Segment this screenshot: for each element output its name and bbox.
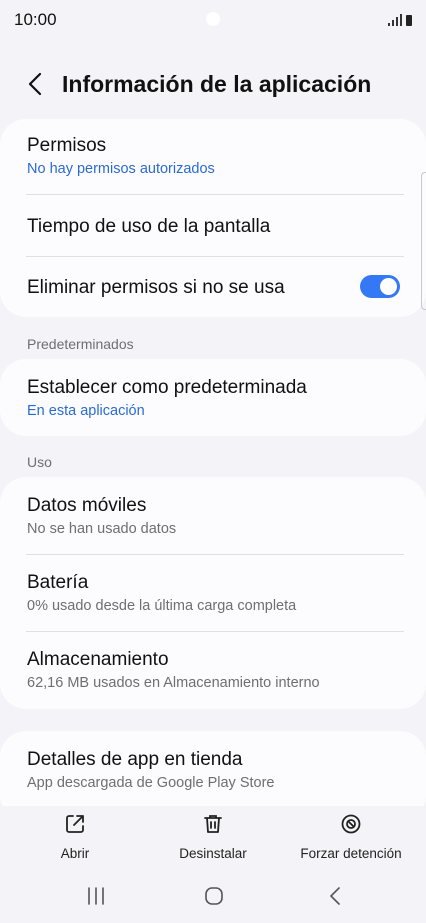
establecer-predeterminada-subtitle: En esta aplicación xyxy=(27,403,145,419)
datos-moviles-title: Datos móviles xyxy=(27,495,147,516)
eliminar-permisos-toggle[interactable] xyxy=(360,275,400,298)
signal-bar-icon xyxy=(388,23,390,26)
establecer-predeterminada-item[interactable]: Establecer como predeterminada En esta a… xyxy=(0,359,426,436)
back-button[interactable] xyxy=(22,68,50,100)
permissions-card: Permisos No hay permisos autorizados Tie… xyxy=(0,119,426,317)
establecer-predeterminada-title: Establecer como predeterminada xyxy=(27,377,307,398)
abrir-button[interactable]: Abrir xyxy=(5,806,145,861)
almacenamiento-subtitle: 62,16 MB usados en Almacenamiento intern… xyxy=(27,675,320,691)
status-bar: 10:00 xyxy=(0,0,426,40)
forzar-detencion-label: Forzar detención xyxy=(300,846,402,861)
page-title: Información de la aplicación xyxy=(62,71,372,97)
abrir-label: Abrir xyxy=(60,846,90,861)
signal-bar-icon xyxy=(392,20,394,26)
usage-card: Datos móviles No se han usado datos Bate… xyxy=(0,477,426,709)
home-icon xyxy=(205,887,223,905)
almacenamiento-title: Almacenamiento xyxy=(27,649,169,670)
open-external-icon xyxy=(66,815,84,833)
detalles-tienda-title: Detalles de app en tienda xyxy=(27,749,243,770)
trash-icon xyxy=(204,815,222,833)
home-button[interactable] xyxy=(184,878,244,914)
bateria-title: Batería xyxy=(27,572,89,593)
permisos-title: Permisos xyxy=(27,135,107,156)
back-nav-button[interactable] xyxy=(304,878,364,914)
eliminar-permisos-title: Eliminar permisos si no se usa xyxy=(27,277,285,298)
toggle-knob xyxy=(380,278,397,295)
almacenamiento-item[interactable]: Almacenamiento 62,16 MB usados en Almace… xyxy=(0,632,426,709)
battery-icon xyxy=(406,15,412,26)
section-header-uso: Uso xyxy=(27,454,52,470)
recent-apps-button[interactable] xyxy=(66,878,126,914)
signal-bar-icon xyxy=(396,17,398,26)
back-icon xyxy=(330,887,340,905)
bateria-item[interactable]: Batería 0% usado desde la última carga c… xyxy=(0,555,426,632)
datos-moviles-item[interactable]: Datos móviles No se han usado datos xyxy=(0,477,426,555)
bottom-action-bar: Abrir Desinstalar Forzar detención xyxy=(0,806,426,866)
camera-cutout xyxy=(206,12,220,26)
tiempo-uso-item[interactable]: Tiempo de uso de la pantalla xyxy=(0,195,426,257)
permisos-item[interactable]: Permisos No hay permisos autorizados xyxy=(0,119,426,195)
permisos-subtitle: No hay permisos autorizados xyxy=(27,161,215,177)
detalles-tienda-subtitle: App descargada de Google Play Store xyxy=(27,775,275,791)
forzar-detencion-button[interactable]: Forzar detención xyxy=(281,806,421,861)
navigation-bar xyxy=(0,870,426,923)
signal-bar-icon xyxy=(400,14,402,26)
datos-moviles-subtitle: No se han usado datos xyxy=(27,521,177,537)
bateria-subtitle: 0% usado desde la última carga completa xyxy=(27,598,297,614)
chevron-left-icon xyxy=(28,72,42,96)
defaults-card: Establecer como predeterminada En esta a… xyxy=(0,359,426,436)
desinstalar-button[interactable]: Desinstalar xyxy=(143,806,283,861)
block-icon xyxy=(341,814,361,834)
section-header-predeterminados: Predeterminados xyxy=(27,336,134,352)
eliminar-permisos-item[interactable]: Eliminar permisos si no se usa xyxy=(0,257,426,317)
desinstalar-label: Desinstalar xyxy=(179,846,247,861)
detalles-tienda-item[interactable]: Detalles de app en tienda App descargada… xyxy=(0,731,426,806)
recent-apps-icon xyxy=(88,887,104,905)
app-header: Información de la aplicación xyxy=(0,60,426,110)
tiempo-uso-title: Tiempo de uso de la pantalla xyxy=(27,216,271,237)
status-time: 10:00 xyxy=(14,10,57,29)
scrollbar-indicator[interactable] xyxy=(421,172,426,310)
signal-battery-icons xyxy=(388,12,412,26)
